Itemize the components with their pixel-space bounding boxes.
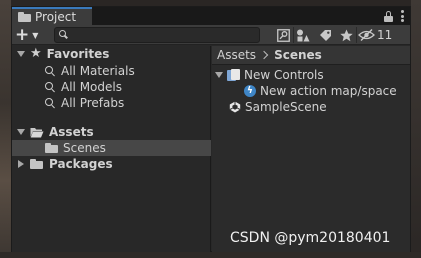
tree-item-scenes[interactable]: Scenes [12, 140, 211, 156]
search-input[interactable] [54, 27, 260, 43]
asset-item-samplescene[interactable]: SampleScene [229, 99, 327, 115]
input-action-icon: ϟ [244, 85, 256, 97]
star-icon: ★ [30, 46, 42, 61]
tab-project[interactable]: Project [12, 7, 92, 25]
project-window: Project + ▼ 11 ★ Favorites All Materials… [11, 6, 411, 252]
tree-item-packages[interactable]: Packages [12, 156, 211, 172]
collapse-arrow-icon[interactable] [18, 160, 24, 168]
filter-by-label-button[interactable] [316, 27, 334, 43]
tree-item-all-materials[interactable]: All Materials [12, 63, 211, 79]
folder-tree: ★ Favorites All Materials All Models All… [12, 46, 211, 252]
asset-item-action-map[interactable]: ϟ New action map/space [244, 83, 397, 99]
tree-item-label: All Materials [61, 64, 135, 78]
folder-icon [18, 12, 31, 22]
saved-search-icon [45, 65, 56, 77]
open-folder-icon [30, 127, 44, 137]
tree-item-label: All Models [61, 80, 122, 94]
search-by-type-icon [276, 28, 290, 42]
background-left-edge [0, 0, 11, 258]
unity-scene-icon [229, 101, 241, 113]
tree-item-all-models[interactable]: All Models [12, 79, 211, 95]
favorites-label: Favorites [46, 47, 110, 61]
expand-arrow-icon[interactable] [17, 129, 25, 135]
chevron-right-icon [259, 50, 269, 60]
breadcrumb: Assets Scenes [212, 46, 410, 65]
saved-search-icon [45, 97, 56, 109]
asset-item-label: SampleScene [245, 100, 327, 114]
search-by-type-button[interactable] [274, 27, 292, 43]
tab-actions [384, 9, 404, 23]
packages-label: Packages [49, 157, 113, 171]
folder-icon [45, 143, 58, 153]
watermark-text: CSDN @pym20180401 [230, 230, 391, 246]
breadcrumb-assets[interactable]: Assets [217, 48, 256, 62]
plus-icon: + [15, 25, 30, 45]
lock-icon[interactable] [384, 10, 393, 22]
asset-item-label: New Controls [244, 68, 324, 82]
expand-arrow-icon[interactable] [215, 72, 223, 78]
tree-item-label: All Prefabs [61, 96, 125, 110]
hidden-packages-button[interactable]: 11 [357, 27, 400, 43]
tab-title: Project [35, 10, 77, 24]
asset-list-pane: Assets Scenes New Controls ϟ New action … [212, 46, 410, 252]
toolbar: + ▼ 11 [12, 25, 410, 45]
breadcrumb-scenes[interactable]: Scenes [274, 48, 322, 62]
hidden-packages-eye-icon [358, 29, 375, 41]
tree-item-label: Scenes [63, 141, 106, 155]
favorite-button[interactable] [337, 27, 355, 43]
saved-search-icon [45, 81, 56, 93]
kebab-menu-icon[interactable] [401, 10, 404, 22]
assets-label: Assets [49, 125, 94, 139]
tab-bar: Project [12, 7, 410, 25]
tree-item-all-prefabs[interactable]: All Prefabs [12, 95, 211, 111]
magnifier-icon [59, 30, 68, 40]
filter-by-label-icon [319, 29, 331, 41]
expand-arrow-icon[interactable] [17, 51, 25, 57]
input-actions-asset-icon [227, 69, 240, 81]
background-right-edge [411, 0, 421, 258]
asset-item-new-controls[interactable]: New Controls [215, 67, 324, 83]
caret-down-icon: ▼ [32, 30, 39, 40]
add-button[interactable]: + ▼ [15, 25, 43, 45]
filter-by-type-button[interactable] [294, 27, 312, 43]
tree-item-favorites[interactable]: ★ Favorites [12, 46, 211, 62]
asset-item-label: New action map/space [260, 84, 397, 98]
folder-icon [30, 159, 43, 169]
hidden-packages-count: 11 [377, 28, 393, 42]
background-bottom-edge [0, 252, 421, 258]
tree-item-assets[interactable]: Assets [12, 124, 211, 140]
favorite-star-icon [339, 29, 353, 41]
filter-by-type-icon [297, 29, 310, 41]
